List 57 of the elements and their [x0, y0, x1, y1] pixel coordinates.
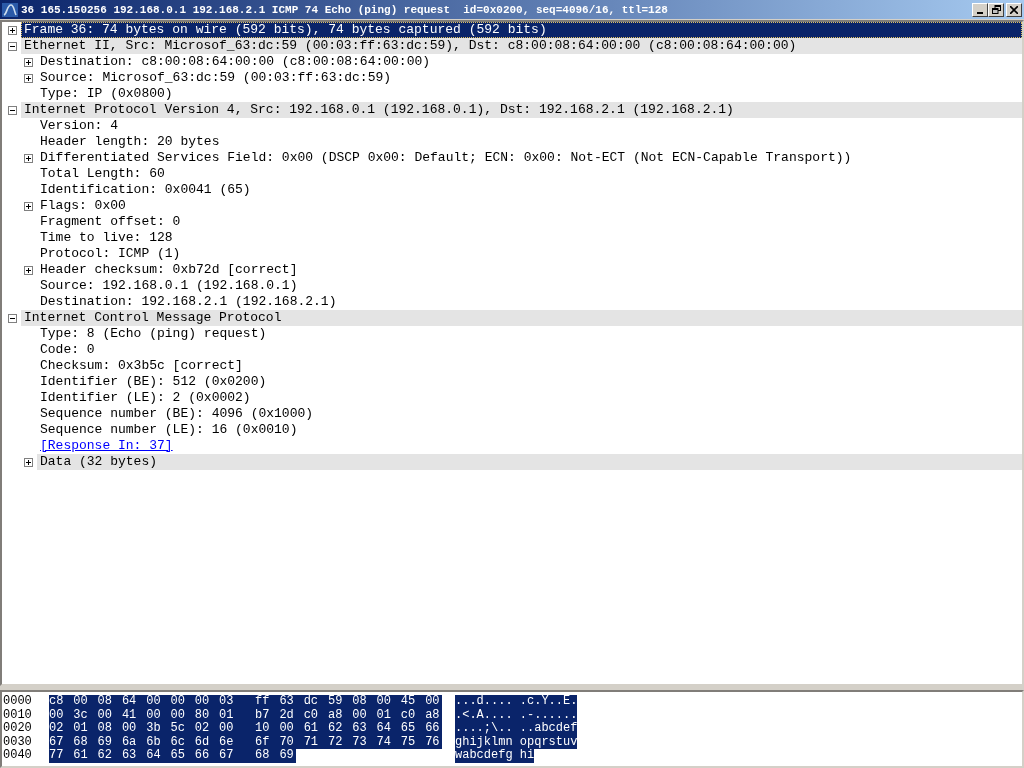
expand-toggle[interactable]	[23, 457, 33, 467]
field-text: Identification: 0x0041 (65)	[39, 182, 252, 198]
tree-item[interactable]: Header checksum: 0xb72d [correct]	[37, 262, 1022, 278]
field-text: Type: 8 (Echo (ping) request)	[39, 326, 268, 342]
collapse-toggle[interactable]	[7, 105, 17, 115]
expand-toggle[interactable]	[23, 153, 33, 163]
tree-item[interactable]: Destination: c8:00:08:64:00:00 (c8:00:08:64:00:00)	[37, 54, 1022, 70]
tree-item[interactable]: Differentiated Services Field: 0x00 (DSCP 0x00: Default; ECN: 0x00: Not-ECT (Not ECN-Capable Transport))	[37, 150, 1022, 166]
ascii-text: ....;\.. ..abcdef	[455, 722, 578, 736]
field-text: Checksum: 0x3b5c [correct]	[39, 358, 244, 374]
restore-icon	[991, 5, 1001, 14]
field-text: Code: 0	[39, 342, 96, 358]
field-text: Type: IP (0x0800)	[39, 86, 174, 102]
collapse-toggle[interactable]	[7, 313, 17, 323]
ascii-text: wabcdefg hi	[455, 749, 535, 763]
offset-text: 0020	[2, 722, 33, 736]
offset-text: 0040	[2, 749, 33, 763]
tree-item[interactable]: Internet Control Message Protocol	[21, 310, 1022, 326]
field-text: Sequence number (BE): 4096 (0x1000)	[39, 406, 315, 422]
hex-bytes: 77 61 62 63 64 65 66 67 68 69	[49, 749, 296, 763]
expand-toggle[interactable]	[23, 57, 33, 67]
field-text: Time to live: 128	[39, 230, 174, 246]
fin-icon	[2, 2, 18, 17]
ascii-text: ...d.... .c.Y..E.	[455, 695, 578, 709]
offset-text: 0010	[2, 708, 33, 722]
hex-bytes: c8 00 08 64 00 00 00 03 ff 63 dc 59 08 00 45 00	[49, 695, 442, 709]
field-text: Sequence number (LE): 16 (0x0010)	[39, 422, 299, 438]
field-text: Fragment offset: 0	[39, 214, 182, 230]
tree-item[interactable]: Source: Microsof_63:dc:59 (00:03:ff:63:dc:59)	[37, 70, 1022, 86]
response-link[interactable]: [Response In: 37]	[37, 438, 173, 454]
tree-item[interactable]: Data (32 bytes)	[37, 454, 1022, 470]
field-text: Total Length: 60	[39, 166, 166, 182]
offset-text: 0030	[2, 735, 33, 749]
expand-toggle[interactable]	[23, 201, 33, 211]
field-text: Identifier (BE): 512 (0x0200)	[39, 374, 268, 390]
field-text: Destination: 192.168.2.1 (192.168.2.1)	[39, 294, 338, 310]
restore-button[interactable]	[988, 2, 1004, 17]
close-button[interactable]	[1006, 2, 1022, 17]
close-icon	[1010, 5, 1018, 14]
field-text: Identifier (LE): 2 (0x0002)	[39, 390, 252, 406]
collapse-toggle[interactable]	[7, 41, 17, 51]
expand-toggle[interactable]	[23, 265, 33, 275]
hex-bytes: 02 01 08 00 3b 5c 02 00 10 00 61 62 63 64 65 66	[49, 722, 442, 736]
minimize-icon	[977, 11, 983, 14]
window-title: 36 165.150256 192.168.0.1 192.168.2.1 ICMP 74 Echo (ping) request id=0x0200, seq=4096/16, ttl=128	[21, 3, 669, 16]
tree-item[interactable]: Ethernet II, Src: Microsof_63:dc:59 (00:03:ff:63:dc:59), Dst: c8:00:08:64:00:00 (c8:00:08:64:00:00)	[21, 38, 1022, 54]
tree-item[interactable]: Flags: 0x00	[37, 198, 1022, 214]
field-text: Version: 4	[39, 118, 119, 134]
minimize-button[interactable]	[972, 2, 988, 17]
offset-text: 0000	[2, 695, 33, 709]
field-text: Protocol: ICMP (1)	[39, 246, 182, 262]
field-text: Header length: 20 bytes	[39, 134, 221, 150]
tree-item[interactable]: Frame 36: 74 bytes on wire (592 bits), 74 bytes captured (592 bits)	[21, 22, 1022, 38]
field-text: Source: 192.168.0.1 (192.168.0.1)	[39, 278, 299, 294]
expand-toggle[interactable]	[7, 25, 17, 35]
tree-item[interactable]: Internet Protocol Version 4, Src: 192.168.0.1 (192.168.0.1), Dst: 192.168.2.1 (192.168.2.1)	[21, 102, 1022, 118]
expand-toggle[interactable]	[23, 73, 33, 83]
